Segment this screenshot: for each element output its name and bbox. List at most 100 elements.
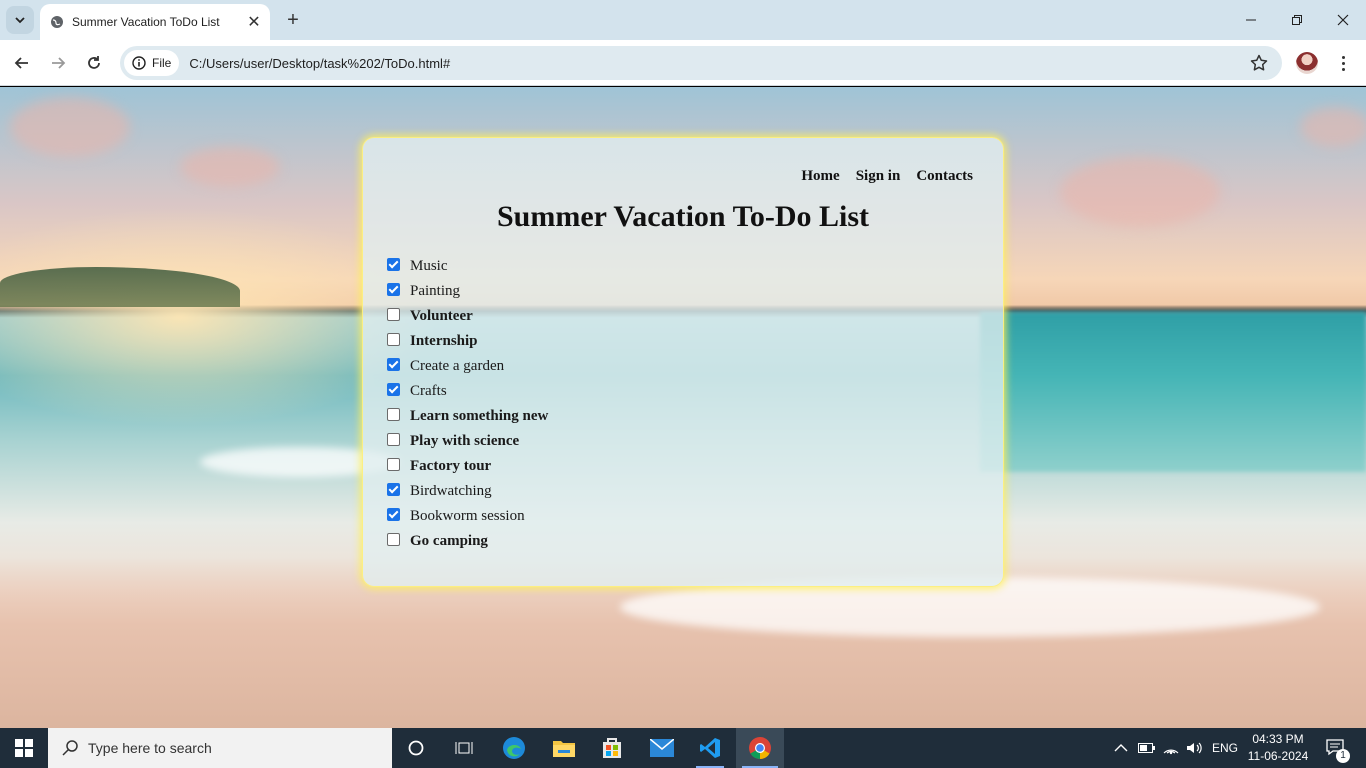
close-window-button[interactable] [1320, 0, 1366, 40]
todo-checkbox[interactable] [387, 283, 400, 296]
nav-contacts-link[interactable]: Contacts [916, 168, 973, 185]
arrow-right-icon [52, 57, 66, 69]
store-button[interactable] [588, 728, 636, 768]
browser-toolbar: File C:/Users/user/Desktop/task%202/ToDo… [0, 40, 1366, 86]
todo-checkbox[interactable] [387, 258, 400, 271]
chrome-icon [749, 737, 771, 759]
browser-menu-button[interactable] [1332, 52, 1354, 74]
todo-label: Internship [410, 333, 478, 349]
todo-checkbox[interactable] [387, 458, 400, 471]
show-hidden-icons-button[interactable] [1114, 728, 1128, 768]
todo-checkbox[interactable] [387, 408, 400, 421]
todo-label: Go camping [410, 533, 488, 549]
todo-checkbox[interactable] [387, 383, 400, 396]
edge-taskbar-button[interactable] [490, 728, 538, 768]
speaker-icon [1187, 742, 1202, 754]
todo-label: Volunteer [410, 308, 473, 324]
todo-checkbox[interactable] [387, 533, 400, 546]
todo-label: Bookworm session [410, 508, 525, 524]
chevron-up-icon [1114, 744, 1128, 752]
file-explorer-button[interactable] [540, 728, 588, 768]
todo-label: Crafts [410, 383, 447, 399]
background-cloud [1300, 107, 1366, 147]
todo-item[interactable]: Crafts [387, 379, 548, 404]
volume-indicator[interactable] [1186, 728, 1204, 768]
windows-icon [15, 739, 33, 757]
todo-item[interactable]: Birdwatching [387, 479, 548, 504]
bookmark-star-button[interactable] [1244, 48, 1274, 78]
todo-checkbox[interactable] [387, 433, 400, 446]
vscode-button[interactable] [686, 728, 734, 768]
todo-checkbox[interactable] [387, 358, 400, 371]
profile-avatar[interactable] [1296, 52, 1318, 74]
background-cloud [180, 147, 280, 187]
folder-icon [553, 741, 575, 757]
battery-indicator[interactable] [1138, 728, 1156, 768]
notification-count-badge: 1 [1336, 749, 1350, 763]
task-view-button[interactable] [440, 728, 488, 768]
wifi-icon [1163, 749, 1179, 755]
taskbar-clock[interactable]: 04:33 PM 11-06-2024 [1244, 731, 1312, 765]
todo-item[interactable]: Factory tour [387, 454, 548, 479]
todo-checkbox[interactable] [387, 508, 400, 521]
close-icon [1337, 14, 1349, 26]
mail-button[interactable] [638, 728, 686, 768]
reload-button[interactable] [78, 47, 110, 79]
url-text[interactable]: C:/Users/user/Desktop/task%202/ToDo.html… [189, 56, 1244, 71]
todo-item[interactable]: Create a garden [387, 354, 548, 379]
restore-icon [1292, 15, 1302, 25]
tab-search-button[interactable] [6, 6, 34, 34]
edge-icon [503, 737, 525, 759]
background-cloud [10, 97, 130, 157]
notification-center-button[interactable]: 1 [1322, 728, 1352, 768]
todo-item[interactable]: Bookworm session [387, 504, 548, 529]
taskbar: Type here to search ENG 04:33 PM 11-06-2… [0, 728, 1366, 768]
cortana-icon [408, 740, 424, 756]
forward-button[interactable] [42, 47, 74, 79]
todo-item[interactable]: Painting [387, 279, 548, 304]
taskbar-search-box[interactable]: Type here to search [48, 728, 392, 768]
restore-button[interactable] [1274, 0, 1320, 40]
store-icon [603, 738, 621, 758]
todo-item[interactable]: Play with science [387, 429, 548, 454]
page-title: Summer Vacation To-Do List [496, 200, 869, 233]
todo-item[interactable]: Volunteer [387, 304, 548, 329]
arrow-left-icon [14, 57, 28, 69]
todo-checkbox[interactable] [387, 308, 400, 321]
todo-checkbox[interactable] [387, 483, 400, 496]
address-bar[interactable]: File C:/Users/user/Desktop/task%202/ToDo… [120, 46, 1282, 80]
todo-item[interactable]: Go camping [387, 529, 548, 554]
todo-checkbox[interactable] [387, 333, 400, 346]
todo-item[interactable]: Music [387, 254, 548, 279]
tab-title: Summer Vacation ToDo List [72, 15, 220, 29]
new-tab-button[interactable]: + [280, 7, 306, 33]
todo-label: Painting [410, 283, 461, 299]
battery-icon [1138, 743, 1155, 753]
close-tab-icon[interactable]: ✕ [242, 10, 266, 34]
todo-label: Play with science [410, 433, 520, 449]
minimize-button[interactable] [1228, 0, 1274, 40]
todo-item[interactable]: Learn something new [387, 404, 548, 429]
search-icon [62, 740, 78, 756]
chrome-button[interactable] [736, 728, 784, 768]
cortana-button[interactable] [392, 728, 440, 768]
site-info-chip[interactable]: File [124, 50, 180, 76]
background-ocean [980, 312, 1366, 472]
start-button[interactable] [0, 728, 48, 768]
globe-icon [50, 15, 64, 29]
nav-home-link[interactable]: Home [801, 168, 839, 185]
vscode-icon [700, 738, 720, 758]
clock-date: 11-06-2024 [1247, 749, 1309, 763]
language-indicator[interactable]: ENG [1212, 728, 1238, 768]
network-indicator[interactable] [1162, 728, 1180, 768]
todo-label: Learn something new [410, 408, 549, 424]
browser-tab[interactable]: Summer Vacation ToDo List ✕ [40, 4, 270, 40]
todo-label: Factory tour [410, 458, 492, 474]
reload-icon [88, 56, 100, 69]
taskbar-search-placeholder: Type here to search [88, 740, 212, 756]
minimize-icon [1246, 19, 1256, 21]
todo-label: Create a garden [410, 358, 505, 374]
back-button[interactable] [6, 47, 38, 79]
nav-signin-link[interactable]: Sign in [856, 168, 901, 185]
todo-item[interactable]: Internship [387, 329, 548, 354]
